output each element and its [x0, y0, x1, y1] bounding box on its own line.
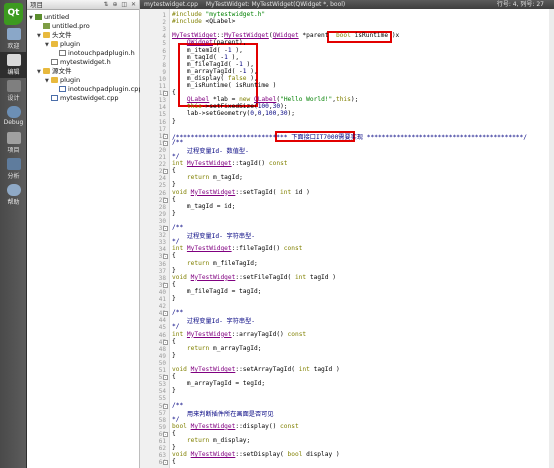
mode-label: 分析 [7, 173, 20, 180]
mode-design[interactable]: 设计 [0, 78, 27, 104]
fold-marker-icon[interactable]: - [163, 140, 168, 146]
tree-item-source-plugin-folder[interactable]: ▼ plugin [45, 76, 80, 85]
code-line[interactable]: return m_arrayTagId; [172, 345, 262, 354]
fold-marker-icon[interactable]: - [163, 460, 168, 466]
project-pane-title[interactable]: 项目 [30, 1, 43, 9]
code-line[interactable]: 过程变量Id- 数值型- [172, 146, 249, 155]
help-icon [6, 184, 21, 196]
fold-marker-icon[interactable]: - [163, 311, 168, 317]
code-line[interactable]: { [172, 458, 176, 467]
tree-item-header-plugin-folder[interactable]: ▼ plugin [45, 40, 80, 49]
mode-projects[interactable]: 项目 [0, 130, 27, 156]
project-icon [35, 14, 42, 20]
mode-label: 设计 [7, 95, 20, 102]
fold-marker-icon[interactable]: - [163, 431, 168, 437]
fold-marker-icon[interactable]: - [163, 91, 168, 97]
project-tree-pane: 项目 ⇅ ⊕ ◫ ✕ ▼ untitled untitled.pro ▼ 头文件 ▼… [27, 0, 142, 468]
code-line[interactable]: m_arrayTagId = tegId; [172, 380, 265, 389]
mode-analyze[interactable]: 分析 [0, 156, 27, 182]
tree-item-sources[interactable]: ▼ 源文件 [37, 67, 72, 76]
fold-marker-icon[interactable]: - [163, 226, 168, 231]
mode-welcome[interactable]: 欢迎 [0, 26, 27, 52]
cpp-file-icon [51, 95, 58, 101]
design-icon [6, 80, 21, 92]
mode-label: 项目 [7, 147, 20, 154]
cpp-file-icon [59, 86, 66, 92]
tree-item-widget-source[interactable]: mytestwidget.cpp [45, 94, 118, 103]
folder-icon [51, 41, 58, 47]
mode-debug[interactable]: Debug [0, 104, 27, 130]
fold-marker-icon[interactable]: - [163, 339, 168, 345]
code-line[interactable]: } [172, 118, 176, 127]
mode-edit[interactable]: 编辑 [0, 52, 27, 78]
line-number-gutter: 1234567891011121314151617181920212223242… [140, 9, 170, 468]
project-pane-header: 项目 ⇅ ⊕ ◫ ✕ [27, 0, 139, 10]
qt-logo-icon: Qt [4, 3, 23, 25]
code-line[interactable]: int MyTestWidget::tagId() const [172, 160, 288, 169]
mode-label: 帮助 [7, 199, 20, 206]
projects-icon [6, 132, 21, 144]
code-line[interactable]: } [172, 387, 176, 396]
mode-label: 编辑 [7, 69, 20, 76]
mode-bar: Qt 欢迎 编辑 设计 Debug 项目 分析 帮助 [0, 0, 27, 468]
fold-marker-icon[interactable]: - [163, 254, 168, 260]
cursor-position: 行号: 4, 列号: 27 [496, 1, 544, 8]
fold-marker-icon[interactable]: - [163, 133, 168, 139]
tree-item-headers[interactable]: ▼ 头文件 [37, 31, 72, 40]
code-line[interactable]: int MyTestWidget::arrayTagId() const [172, 331, 306, 340]
code-line[interactable]: lab->setGeometry(0,0,100,30); [172, 110, 295, 119]
code-line[interactable]: int MyTestWidget::fileTagId() const [172, 245, 302, 254]
code-line[interactable]: 用来判断插件所在画面是否可见 [172, 409, 274, 418]
code-line[interactable]: bool MyTestWidget::display() const [172, 423, 299, 432]
tree-item-pro-file[interactable]: untitled.pro [37, 22, 90, 31]
code-line[interactable]: /****************************** 下面接口IT70… [172, 132, 527, 141]
folder-icon [51, 77, 58, 83]
open-file-selector[interactable]: mytestwidget.cpp [144, 1, 198, 8]
pro-file-icon [43, 23, 50, 29]
header-file-icon [51, 59, 58, 65]
code-line[interactable]: m_tagId = id; [172, 203, 235, 212]
folder-icon [43, 32, 50, 38]
code-line[interactable]: return m_tagId; [172, 174, 243, 183]
code-line[interactable]: m_isRuntime( isRuntime ) [172, 82, 276, 91]
code-line[interactable]: void MyTestWidget::setTagId( int id ) [172, 189, 310, 198]
vertical-scrollbar[interactable] [549, 9, 554, 468]
fold-marker-icon[interactable]: - [163, 197, 168, 203]
code-line[interactable]: return m_fileTagId; [172, 260, 258, 269]
tree-item-plugin-source[interactable]: inotouchpadplugin.cpp [53, 85, 142, 94]
fold-marker-icon[interactable]: - [163, 375, 168, 381]
editor-toolbar: mytestwidget.cpp MyTestWidget: MyTestWid… [140, 0, 554, 9]
mode-label: Debug [3, 119, 24, 126]
code-line[interactable]: void MyTestWidget::setFileTagId( int tag… [172, 274, 336, 283]
code-editor[interactable]: mytestwidget.cpp MyTestWidget: MyTestWid… [140, 0, 554, 468]
code-line[interactable]: } [172, 210, 176, 219]
fold-marker-icon[interactable]: - [163, 282, 168, 288]
mode-label: 欢迎 [7, 43, 20, 50]
pane-controls-icon[interactable]: ⇅ ⊕ ◫ ✕ [104, 0, 137, 10]
header-file-icon [59, 50, 66, 56]
fold-marker-icon[interactable]: - [163, 403, 168, 409]
tree-item-plugin-header[interactable]: inotouchpadplugin.h [53, 49, 135, 58]
code-line[interactable]: m_fileTagId = tagId; [172, 288, 262, 297]
code-line[interactable]: 过程变量Id- 字符串型- [172, 231, 255, 240]
code-line[interactable]: #include <QLabel> [172, 18, 235, 27]
fold-marker-icon[interactable]: - [163, 169, 168, 175]
folder-icon [43, 68, 50, 74]
analyze-icon [6, 158, 21, 170]
debug-icon [6, 106, 21, 118]
edit-icon [6, 54, 21, 66]
code-line[interactable]: void MyTestWidget::setArrayTagId( int ta… [172, 366, 340, 375]
welcome-icon [6, 28, 21, 40]
tree-item-project[interactable]: ▼ untitled [29, 13, 69, 22]
code-line[interactable]: 过程变量Id- 字符串型- [172, 316, 255, 325]
mode-help[interactable]: 帮助 [0, 182, 27, 208]
symbol-selector[interactable]: MyTestWidget: MyTestWidget(QWidget *, bo… [206, 1, 345, 8]
code-line[interactable]: } [172, 295, 176, 304]
tree-item-widget-header[interactable]: mytestwidget.h [45, 58, 111, 67]
code-line[interactable]: void MyTestWidget::setDisplay( bool disp… [172, 451, 340, 460]
code-line[interactable]: } [172, 352, 176, 361]
code-line[interactable]: return m_display; [172, 437, 250, 446]
